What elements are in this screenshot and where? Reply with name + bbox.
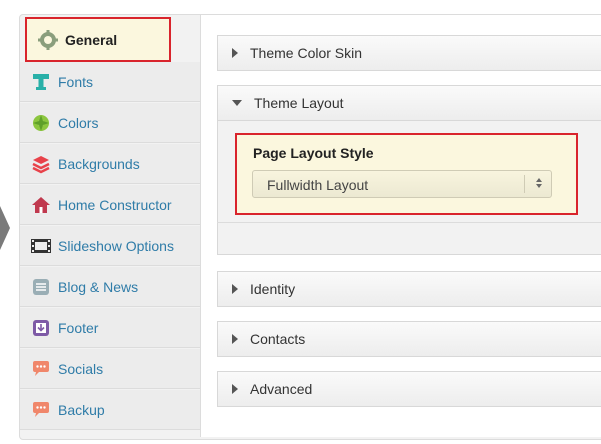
section-title: Theme Layout xyxy=(254,95,344,111)
sidebar-item-footer[interactable]: Footer xyxy=(20,308,200,348)
section-theme-layout[interactable]: Theme Layout xyxy=(217,85,601,121)
select-arrows-icon xyxy=(536,178,542,188)
chat-icon xyxy=(30,358,52,380)
expand-arrow-icon xyxy=(232,384,238,394)
chat-icon xyxy=(30,399,52,421)
text-icon xyxy=(30,71,52,93)
sidebar-item-label: General xyxy=(65,31,118,48)
sidebar-item-label: Colors xyxy=(58,114,99,131)
layers-icon xyxy=(30,153,52,175)
film-icon xyxy=(30,235,52,257)
expand-arrow-icon xyxy=(232,48,238,58)
main-content: Theme Color Skin Theme Layout Identity C… xyxy=(200,15,601,437)
palette-icon xyxy=(30,112,52,134)
sidebar-item-label: Fonts xyxy=(58,73,94,90)
sidebar-item-label: Backup xyxy=(58,401,105,418)
expand-arrow-icon xyxy=(232,284,238,294)
sidebar-item-backgrounds[interactable]: Backgrounds xyxy=(20,144,200,184)
sidebar-item-label: Slideshow Options xyxy=(58,237,174,254)
section-theme-color-skin[interactable]: Theme Color Skin xyxy=(217,35,601,71)
sidebar: General Fonts Colors Backgrounds Home Co… xyxy=(20,15,200,437)
gear-icon xyxy=(37,29,59,51)
page-layout-style-field: Page Layout Style Fullwidth Layout xyxy=(235,133,578,215)
sidebar-item-label: Socials xyxy=(58,360,104,377)
sidebar-item-general[interactable]: General xyxy=(25,17,171,62)
sidebar-item-slideshow-options[interactable]: Slideshow Options xyxy=(20,226,200,266)
section-identity[interactable]: Identity xyxy=(217,271,601,307)
section-title: Contacts xyxy=(250,331,306,347)
home-icon xyxy=(30,194,52,216)
sidebar-item-label: Backgrounds xyxy=(58,155,140,172)
sidebar-item-fonts[interactable]: Fonts xyxy=(20,62,200,102)
collapse-arrow-icon xyxy=(232,100,242,106)
sidebar-item-label: Home Constructor xyxy=(58,196,172,213)
sidebar-item-home-constructor[interactable]: Home Constructor xyxy=(20,185,200,225)
section-title: Theme Color Skin xyxy=(250,45,363,61)
sidebar-item-label: Blog & News xyxy=(58,278,139,295)
sidebar-item-label: Footer xyxy=(58,319,99,336)
section-advanced[interactable]: Advanced xyxy=(217,371,601,407)
field-label: Page Layout Style xyxy=(253,145,374,161)
download-icon xyxy=(30,317,52,339)
select-divider xyxy=(524,175,525,193)
section-body-footer xyxy=(217,222,601,255)
expand-arrow-icon xyxy=(232,334,238,344)
section-title: Identity xyxy=(250,281,296,297)
section-contacts[interactable]: Contacts xyxy=(217,321,601,357)
sidebar-item-blog-news[interactable]: Blog & News xyxy=(20,267,200,307)
section-title: Advanced xyxy=(250,381,313,397)
page-layout-select[interactable]: Fullwidth Layout xyxy=(252,170,552,198)
collapse-arrow-icon[interactable] xyxy=(0,206,10,250)
sidebar-item-backup[interactable]: Backup xyxy=(20,390,200,430)
sidebar-item-colors[interactable]: Colors xyxy=(20,103,200,143)
sidebar-item-socials[interactable]: Socials xyxy=(20,349,200,389)
select-value: Fullwidth Layout xyxy=(267,177,369,193)
document-icon xyxy=(30,276,52,298)
